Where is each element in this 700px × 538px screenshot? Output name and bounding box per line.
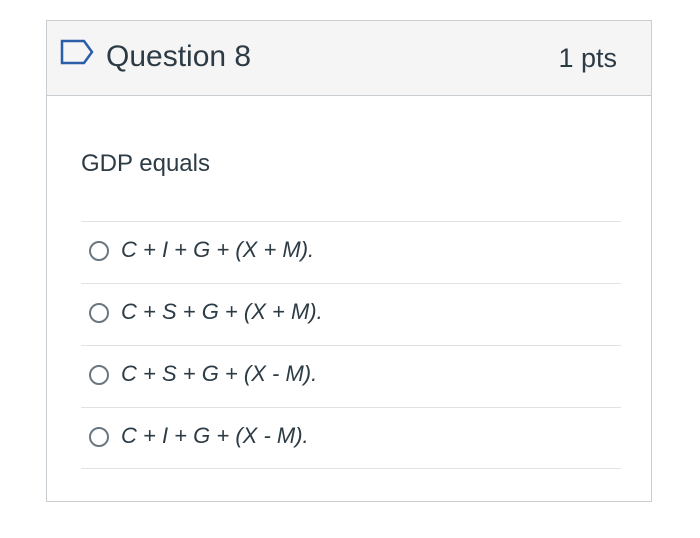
question-title: Question 8 — [106, 40, 252, 73]
answer-list: C + I + G + (X + M). C + S + G + (X + M)… — [81, 221, 621, 469]
answer-option[interactable]: C + S + G + (X + M). — [81, 283, 621, 345]
question-points: 1 pts — [558, 43, 617, 73]
answer-label[interactable]: C + S + G + (X + M). — [121, 298, 323, 326]
flag-outline-icon[interactable] — [60, 39, 94, 65]
question-text: GDP equals — [81, 150, 210, 177]
radio-button[interactable] — [89, 427, 109, 447]
answer-option[interactable]: C + S + G + (X - M). — [81, 345, 621, 407]
question-header: Question 8 1 pts — [47, 21, 651, 96]
answer-label[interactable]: C + I + G + (X + M). — [121, 236, 314, 264]
answer-label[interactable]: C + S + G + (X - M). — [121, 360, 317, 388]
answer-label[interactable]: C + I + G + (X - M). — [121, 422, 309, 450]
radio-button[interactable] — [89, 365, 109, 385]
answer-option[interactable]: C + I + G + (X - M). — [81, 407, 621, 469]
radio-button[interactable] — [89, 303, 109, 323]
question-card: Question 8 1 pts GDP equals C + I + G + … — [46, 20, 652, 502]
answer-option[interactable]: C + I + G + (X + M). — [81, 221, 621, 283]
radio-button[interactable] — [89, 241, 109, 261]
